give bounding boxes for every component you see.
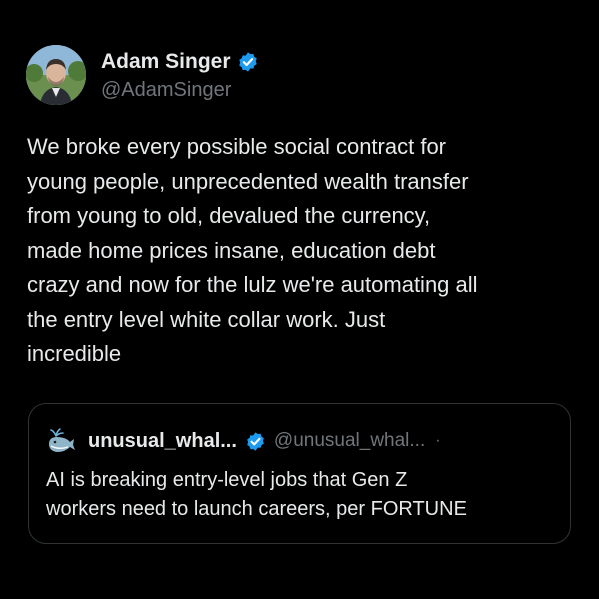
tweet-text: We broke every possible social contract … (27, 130, 587, 372)
verified-badge-icon (237, 51, 259, 73)
tweet-text-line: from young to old, devalued the currency… (27, 203, 431, 228)
whale-icon[interactable] (46, 428, 76, 454)
quoted-handle[interactable]: @unusual_whal... (274, 430, 425, 452)
quoted-tweet-text: AI is breaking entry-level jobs that Gen… (46, 466, 556, 524)
tweet-text-line: incredible (27, 341, 122, 366)
separator-dot: · (435, 432, 441, 449)
author-display-name[interactable]: Adam Singer (101, 50, 231, 74)
tweet-text-line: young people, unprecedented wealth trans… (27, 168, 469, 194)
author-name-row[interactable]: Adam Singer (101, 48, 259, 76)
tweet-card: Adam Singer @AdamSinger We broke every p… (0, 0, 599, 599)
quoted-text-line: workers need to launch careers, per FORT… (46, 498, 467, 520)
quoted-tweet-header: unusual_whal... @unusual_whal... · (46, 428, 441, 454)
quoted-display-name[interactable]: unusual_whal... (88, 430, 237, 453)
tweet-text-line: the entry level white collar work. Just (27, 306, 386, 332)
tweet-text-line: We broke every possible social contract … (27, 134, 446, 159)
author-avatar[interactable] (26, 45, 86, 105)
tweet-text-line: made home prices insane, education debt (27, 237, 436, 263)
quoted-tweet-card[interactable]: unusual_whal... @unusual_whal... · AI is… (28, 403, 571, 544)
quoted-text-line: AI is breaking entry-level jobs that Gen… (46, 469, 408, 491)
tweet-text-line: crazy and now for the lulz we're automat… (27, 272, 478, 297)
author-handle[interactable]: @AdamSinger (101, 79, 231, 102)
verified-badge-icon (245, 431, 266, 452)
